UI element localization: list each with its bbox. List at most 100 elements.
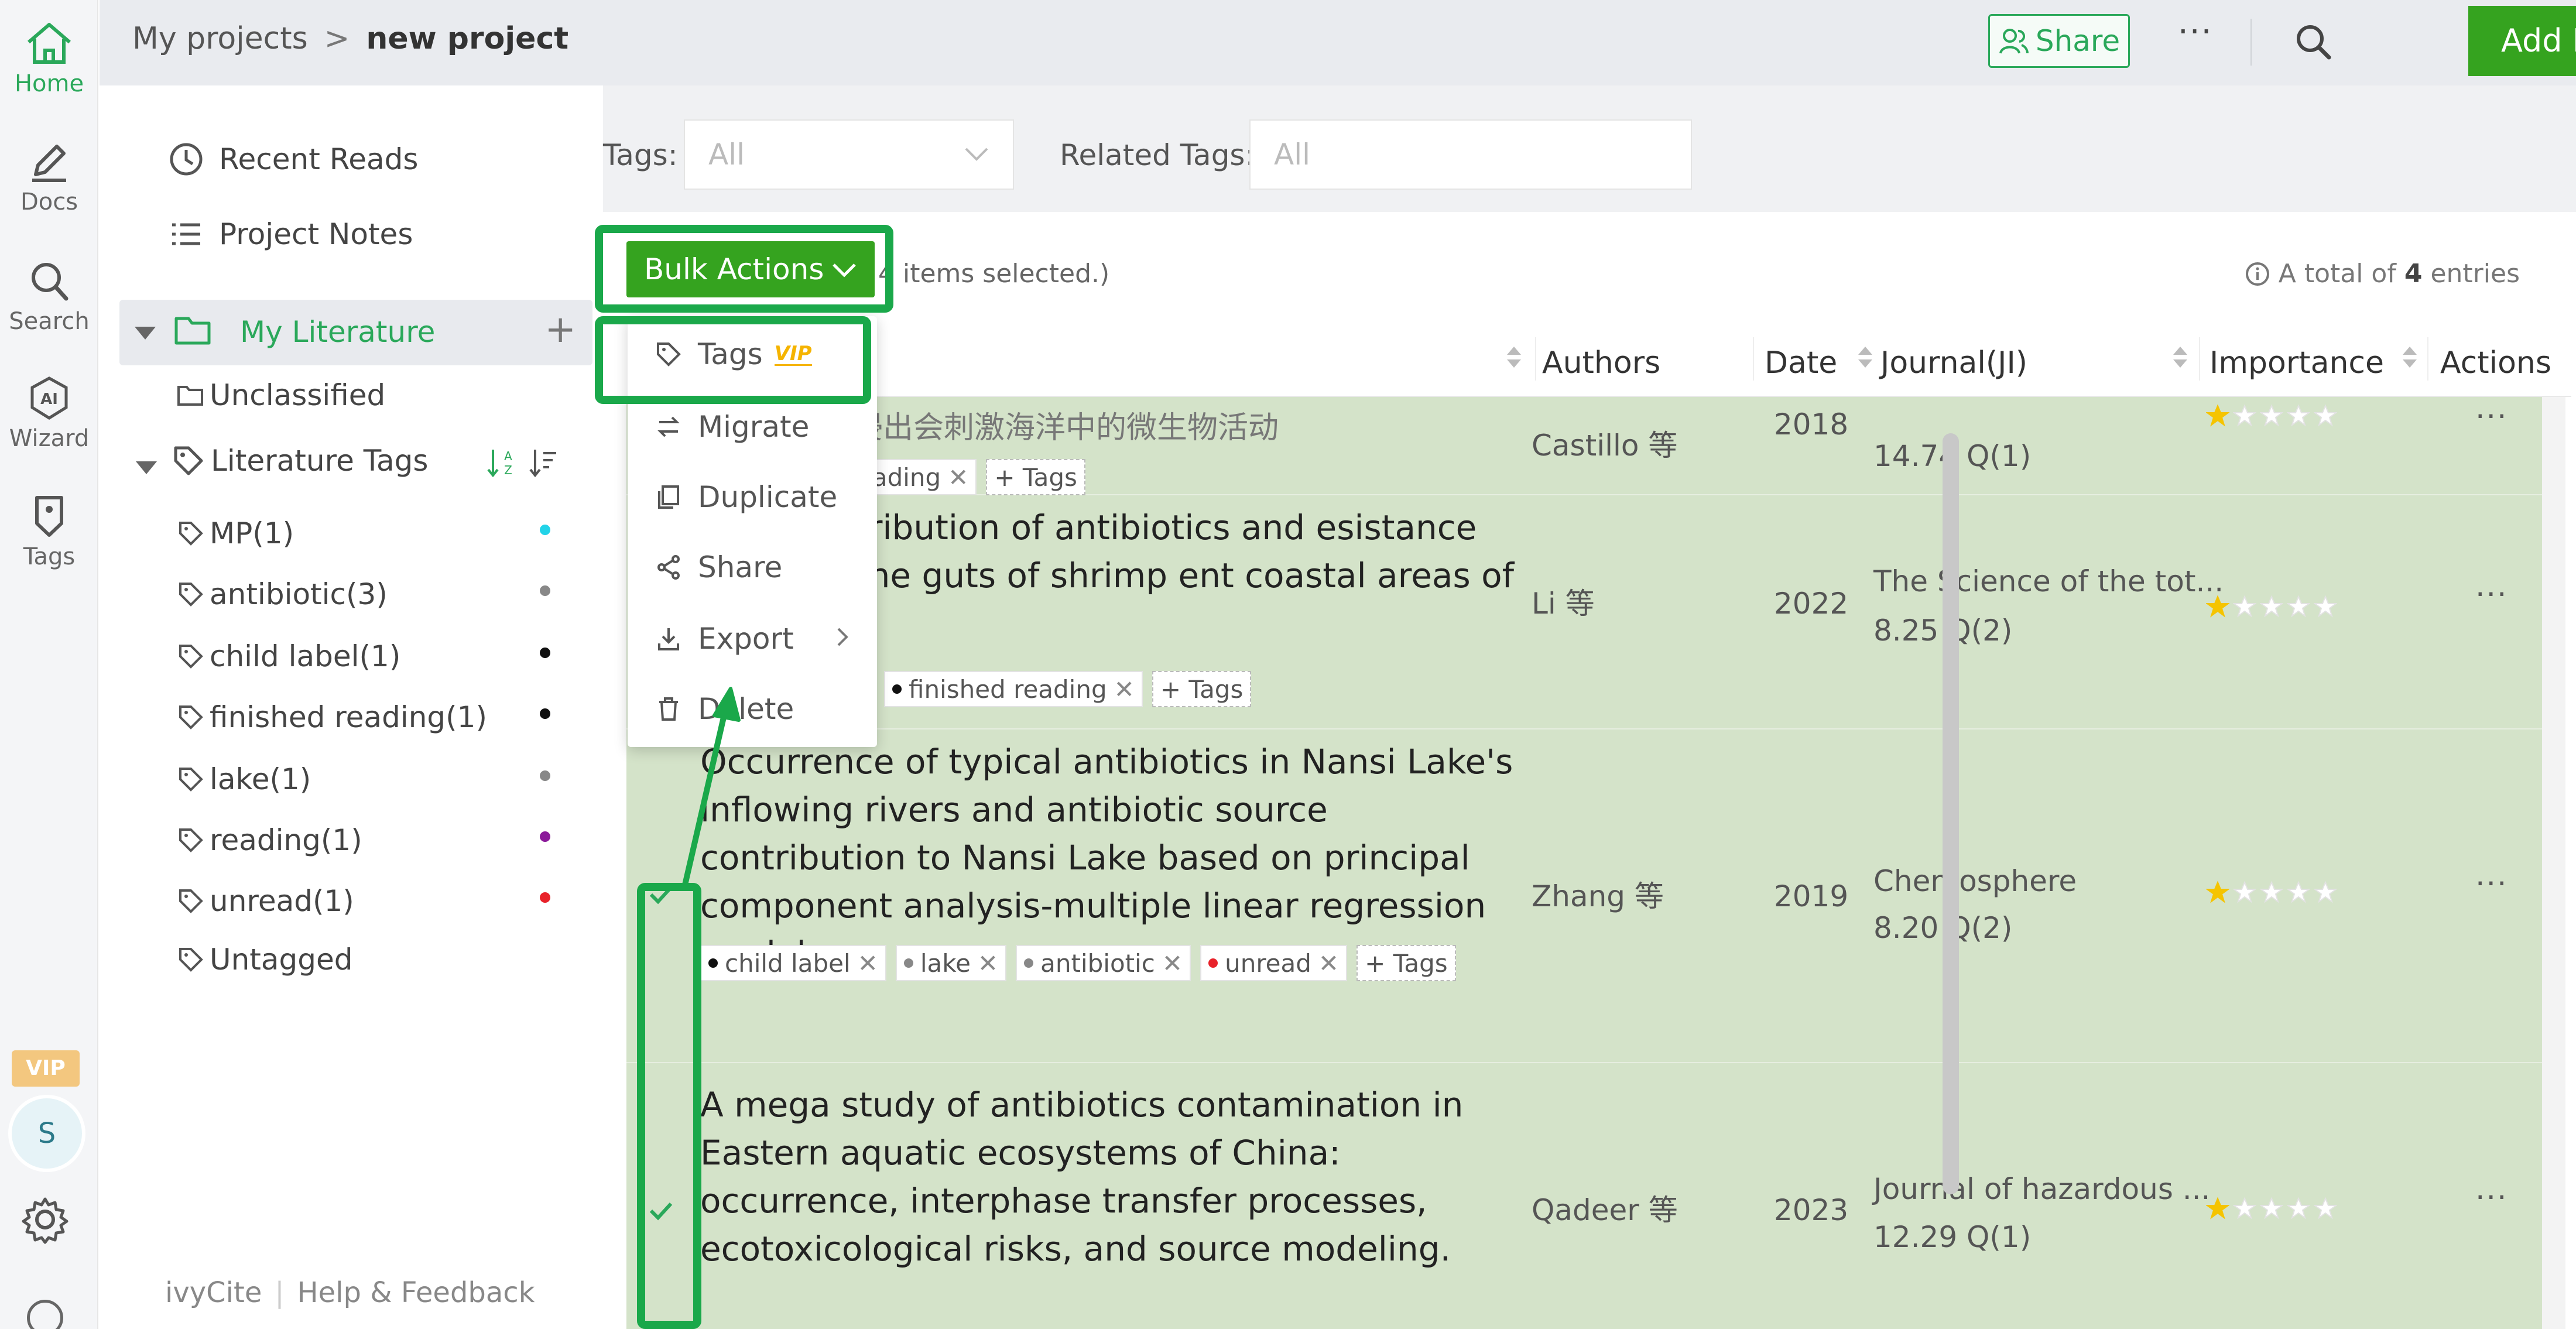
- help-feedback-link[interactable]: Help & Feedback: [297, 1276, 535, 1309]
- paper-tag[interactable]: antibiotic ✕: [1016, 945, 1191, 981]
- remove-tag-icon[interactable]: ✕: [948, 463, 968, 492]
- search-icon[interactable]: [2293, 21, 2334, 62]
- star-empty-icon[interactable]: [2260, 881, 2283, 904]
- sidebar-item-my-literature[interactable]: My Literature +: [119, 300, 592, 365]
- column-journal[interactable]: Journal(JI): [1880, 345, 2027, 381]
- sort-importance-icon[interactable]: [2403, 347, 2417, 372]
- column-authors[interactable]: Authors: [1542, 345, 1660, 381]
- brand-link[interactable]: ivyCite: [165, 1276, 262, 1309]
- star-empty-icon[interactable]: [2233, 1197, 2256, 1220]
- table-row[interactable]: e and distribution of antibiotics and es…: [626, 495, 2553, 729]
- star-empty-icon[interactable]: [2314, 404, 2337, 427]
- star-empty-icon[interactable]: [2314, 881, 2337, 904]
- star-empty-icon[interactable]: [2260, 1197, 2283, 1220]
- row-more-icon[interactable]: ···: [2475, 399, 2508, 434]
- star-empty-icon[interactable]: [2314, 1197, 2337, 1220]
- menu-item-duplicate[interactable]: Duplicate: [656, 480, 837, 514]
- importance-rating[interactable]: [2206, 404, 2337, 427]
- remove-tag-icon[interactable]: ✕: [978, 949, 998, 978]
- sidebar-tag-item[interactable]: child label(1): [178, 639, 400, 673]
- paper-journal[interactable]: Chemosphere: [1873, 861, 2077, 902]
- sidebar-tag-item[interactable]: MP(1): [178, 516, 294, 550]
- menu-item-migrate[interactable]: Migrate: [656, 410, 809, 444]
- paper-tag[interactable]: finished reading ✕: [884, 671, 1143, 707]
- tags-filter-select[interactable]: All: [684, 119, 1014, 190]
- star-empty-icon[interactable]: [2233, 595, 2256, 618]
- rail-docs[interactable]: Docs: [0, 138, 98, 215]
- remove-tag-icon[interactable]: ✕: [1318, 949, 1339, 978]
- remove-tag-icon[interactable]: ✕: [1114, 675, 1135, 704]
- menu-item-export[interactable]: Export: [656, 622, 794, 656]
- menu-item-delete[interactable]: Delete: [656, 692, 794, 726]
- paper-title[interactable]: Occurrence of typical antibiotics in Nan…: [700, 738, 1532, 978]
- star-empty-icon[interactable]: [2233, 404, 2256, 427]
- add-folder-icon[interactable]: +: [544, 308, 576, 351]
- sidebar-tag-item[interactable]: finished reading(1): [178, 700, 487, 734]
- star-empty-icon[interactable]: [2314, 595, 2337, 618]
- paper-journal[interactable]: The Science of the tot...: [1873, 561, 2224, 602]
- row-more-icon[interactable]: ···: [2475, 866, 2508, 902]
- star-empty-icon[interactable]: [2287, 1197, 2310, 1220]
- sort-journal-icon[interactable]: [2173, 347, 2187, 372]
- add-paper-button[interactable]: Add Paper: [2468, 6, 2576, 76]
- importance-rating[interactable]: [2206, 1197, 2337, 1220]
- scrollbar-track[interactable]: [2542, 397, 2565, 1329]
- star-empty-icon[interactable]: [2287, 404, 2310, 427]
- remove-tag-icon[interactable]: ✕: [1162, 949, 1183, 978]
- rail-wizard[interactable]: AI Wizard: [0, 375, 98, 452]
- star-empty-icon[interactable]: [2287, 595, 2310, 618]
- star-empty-icon[interactable]: [2233, 881, 2256, 904]
- sort-title-icon[interactable]: [1507, 347, 1521, 372]
- vip-badge[interactable]: VIP: [12, 1050, 80, 1087]
- star-filled-icon[interactable]: [2206, 595, 2229, 618]
- share-button[interactable]: Share: [1988, 14, 2130, 68]
- more-icon[interactable]: ···: [2178, 13, 2212, 51]
- related-tags-select[interactable]: All: [1249, 119, 1692, 190]
- scrollbar-thumb[interactable]: [1943, 433, 1959, 1194]
- paper-tag[interactable]: lake ✕: [895, 945, 1007, 981]
- paper-tag[interactable]: child label ✕: [700, 945, 886, 981]
- sidebar-item-untagged[interactable]: Untagged: [178, 943, 353, 977]
- avatar[interactable]: S: [12, 1098, 82, 1169]
- star-empty-icon[interactable]: [2260, 595, 2283, 618]
- paper-tag[interactable]: unread ✕: [1200, 945, 1348, 981]
- row-more-icon[interactable]: ···: [2475, 577, 2508, 612]
- table-row[interactable]: Occurrence of typical antibiotics in Nan…: [626, 729, 2553, 1063]
- star-filled-icon[interactable]: [2206, 1197, 2229, 1220]
- column-importance[interactable]: Importance: [2210, 345, 2384, 381]
- rail-tags[interactable]: Tags: [0, 493, 98, 570]
- star-empty-icon[interactable]: [2260, 404, 2283, 427]
- sidebar-tag-item[interactable]: reading(1): [178, 823, 362, 857]
- sort-date-icon[interactable]: [1858, 347, 1872, 372]
- importance-rating[interactable]: [2206, 881, 2337, 904]
- remove-tag-icon[interactable]: ✕: [858, 949, 878, 978]
- paper-title[interactable]: A mega study of antibiotics contaminatio…: [700, 1081, 1532, 1273]
- rail-home[interactable]: Home: [0, 20, 98, 97]
- table-row[interactable]: A mega study of antibiotics contaminatio…: [626, 1063, 2553, 1329]
- info-icon[interactable]: [27, 1300, 63, 1329]
- sort-order-icon[interactable]: [527, 446, 560, 479]
- sidebar-tag-item[interactable]: unread(1): [178, 884, 354, 918]
- expand-triangle-icon[interactable]: [135, 327, 156, 340]
- gear-icon[interactable]: [20, 1194, 70, 1245]
- breadcrumb-root[interactable]: My projects: [132, 21, 308, 56]
- rail-search[interactable]: Search: [0, 258, 98, 335]
- sidebar-item-project-notes[interactable]: Project Notes: [169, 217, 413, 252]
- importance-rating[interactable]: [2206, 595, 2337, 618]
- add-tag-button[interactable]: + Tags: [1356, 945, 1456, 981]
- sidebar-tag-item[interactable]: lake(1): [178, 762, 311, 796]
- sidebar-item-literature-tags[interactable]: Literature Tags: [172, 444, 428, 478]
- table-row[interactable]: 解的有机碳浸出会刺激海洋中的微生物活动 eading ✕ + Tags Castillo…: [626, 397, 2553, 495]
- column-date[interactable]: Date: [1765, 345, 1837, 381]
- star-filled-icon[interactable]: [2206, 881, 2229, 904]
- star-empty-icon[interactable]: [2287, 881, 2310, 904]
- sidebar-item-unclassified[interactable]: Unclassified: [177, 378, 385, 412]
- star-filled-icon[interactable]: [2206, 404, 2229, 427]
- paper-journal[interactable]: Journal of hazardous ...: [1873, 1169, 2210, 1210]
- add-tag-button[interactable]: + Tags: [1152, 671, 1252, 707]
- row-more-icon[interactable]: ···: [2475, 1180, 2508, 1215]
- sidebar-tag-item[interactable]: antibiotic(3): [178, 577, 388, 611]
- sidebar-item-recent-reads[interactable]: Recent Reads: [169, 142, 418, 177]
- menu-item-share[interactable]: Share: [656, 550, 782, 584]
- expand-triangle-icon[interactable]: [136, 461, 157, 474]
